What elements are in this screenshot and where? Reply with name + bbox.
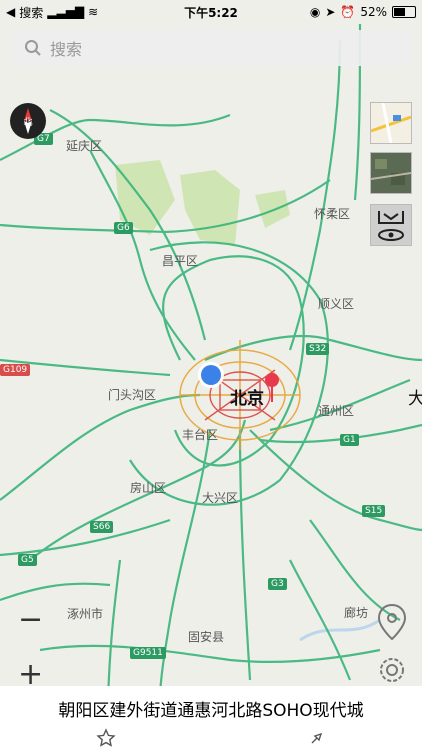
- label-yanqing: 延庆区: [66, 139, 103, 153]
- shield-g5: G5: [18, 554, 37, 566]
- toggle-layer-view-button[interactable]: [370, 204, 412, 246]
- search-bar[interactable]: 搜索: [10, 30, 412, 66]
- favorite-star-icon[interactable]: [96, 728, 116, 748]
- map-layer-icon: [370, 102, 412, 144]
- bottom-info-panel: 朝阳区建外街道通惠河北路SOHO现代城: [0, 686, 422, 750]
- address-text: 朝阳区建外街道通惠河北路SOHO现代城: [58, 701, 364, 721]
- location-pin-icon[interactable]: [374, 602, 410, 642]
- label-tongzhou: 通州区: [318, 404, 355, 418]
- label-langfang: 廊坊: [344, 606, 369, 620]
- label-guan: 固安县: [188, 630, 225, 644]
- svg-text:北: 北: [23, 117, 32, 128]
- search-icon: [25, 40, 41, 56]
- lock-rotation-icon: ◉: [309, 5, 321, 19]
- shield-s15: S15: [362, 505, 386, 517]
- label-shunyi: 顺义区: [318, 297, 355, 311]
- label-huairou: 怀柔区: [314, 207, 351, 221]
- shield-g9511: G9511: [130, 647, 166, 659]
- route-icon[interactable]: [307, 728, 327, 748]
- status-right: ◉ ➤ ⏰ 52%: [310, 5, 416, 19]
- label-beijing: 北京: [230, 389, 264, 409]
- alarm-icon: ⏰: [340, 5, 356, 19]
- compass-icon[interactable]: 北: [10, 103, 46, 139]
- label-fangshan: 房山区: [130, 481, 167, 495]
- status-bar: ◀ 搜索 ▂▃▅▇ ≋ 下午5:22 ◉ ➤ ⏰ 52%: [0, 0, 422, 24]
- shield-g6: G6: [114, 222, 133, 234]
- battery-percent: 52%: [360, 5, 387, 19]
- tray-eye-icon: [378, 211, 404, 241]
- shield-s32: S32: [306, 343, 330, 355]
- zoom-out-button[interactable]: −: [18, 605, 43, 635]
- label-changping: 昌平区: [162, 254, 199, 268]
- shield-g1: G1: [340, 434, 359, 446]
- shield-s66: S66: [90, 521, 114, 533]
- label-mentougou: 门头沟区: [108, 388, 157, 402]
- shield-g3: G3: [268, 578, 287, 590]
- standard-map-button[interactable]: [370, 102, 412, 144]
- satellite-map-button[interactable]: [370, 152, 412, 194]
- battery-icon: [392, 6, 416, 18]
- satellite-layer-icon: [370, 153, 412, 193]
- settings-gear-icon[interactable]: [374, 652, 410, 688]
- label-da: 大: [408, 389, 422, 409]
- label-zhuozhou: 涿州市: [67, 607, 104, 621]
- shield-g109: G109: [0, 364, 31, 376]
- label-fengtai: 丰台区: [182, 428, 219, 442]
- label-daxing: 大兴区: [202, 491, 239, 505]
- search-placeholder[interactable]: 搜索: [50, 36, 82, 60]
- location-arrow-icon: ➤: [325, 5, 336, 19]
